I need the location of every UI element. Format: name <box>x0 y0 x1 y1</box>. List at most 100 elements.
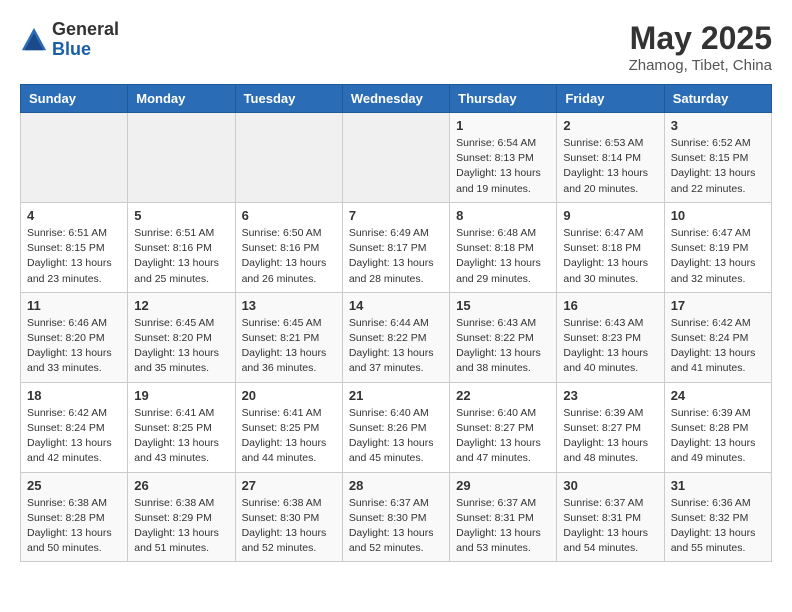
day-info: Sunrise: 6:37 AMSunset: 8:30 PMDaylight:… <box>349 496 443 557</box>
day-info: Sunrise: 6:44 AMSunset: 8:22 PMDaylight:… <box>349 316 443 377</box>
day-number: 21 <box>349 388 443 403</box>
header-sunday: Sunday <box>21 85 128 113</box>
calendar-cell: 20 Sunrise: 6:41 AMSunset: 8:25 PMDayligh… <box>235 382 342 472</box>
day-info: Sunrise: 6:46 AMSunset: 8:20 PMDaylight:… <box>27 316 121 377</box>
calendar-cell: 7Sunrise: 6:49 AMSunset: 8:17 PMDaylight… <box>342 202 449 292</box>
calendar-cell: 26 Sunrise: 6:38 AMSunset: 8:29 PMDayligh… <box>128 472 235 562</box>
day-info: Sunrise: 6:39 AMSunset: 8:27 PMDaylight:… <box>563 406 657 467</box>
logo: General Blue <box>20 20 119 60</box>
day-number: 20 <box>242 388 336 403</box>
day-info: Sunrise: 6:37 AMSunset: 8:31 PMDaylight:… <box>563 496 657 557</box>
day-info: Sunrise: 6:38 AMSunset: 8:30 PMDaylight:… <box>242 496 336 557</box>
calendar-cell: 12Sunrise: 6:45 AMSunset: 8:20 PMDayligh… <box>128 292 235 382</box>
day-info: Sunrise: 6:43 AMSunset: 8:22 PMDaylight:… <box>456 316 550 377</box>
day-number: 8 <box>456 208 550 223</box>
calendar-cell: 3 Sunrise: 6:52 AMSunset: 8:15 PMDaylight… <box>664 113 771 203</box>
day-info: Sunrise: 6:45 AMSunset: 8:21 PMDaylight:… <box>242 316 336 377</box>
day-info: Sunrise: 6:42 AMSunset: 8:24 PMDaylight:… <box>671 316 765 377</box>
day-info: Sunrise: 6:47 AMSunset: 8:18 PMDaylight:… <box>563 226 657 287</box>
calendar-cell: 23Sunrise: 6:39 AMSunset: 8:27 PMDayligh… <box>557 382 664 472</box>
day-info: Sunrise: 6:43 AMSunset: 8:23 PMDaylight:… <box>563 316 657 377</box>
calendar-cell: 4Sunrise: 6:51 AMSunset: 8:15 PMDaylight… <box>21 202 128 292</box>
calendar-cell: 14Sunrise: 6:44 AMSunset: 8:22 PMDayligh… <box>342 292 449 382</box>
calendar-cell: 17 Sunrise: 6:42 AMSunset: 8:24 PMDayligh… <box>664 292 771 382</box>
calendar-cell: 19Sunrise: 6:41 AMSunset: 8:25 PMDayligh… <box>128 382 235 472</box>
title-block: May 2025 Zhamog, Tibet, China <box>629 20 772 74</box>
calendar-cell: 18 Sunrise: 6:42 AMSunset: 8:24 PMDayligh… <box>21 382 128 472</box>
day-info: Sunrise: 6:54 AMSunset: 8:13 PMDaylight:… <box>456 136 550 197</box>
calendar-table: SundayMondayTuesdayWednesdayThursdayFrid… <box>20 84 772 562</box>
calendar-week-3: 11 Sunrise: 6:46 AMSunset: 8:20 PMDayligh… <box>21 292 772 382</box>
calendar-cell: 29 Sunrise: 6:37 AMSunset: 8:31 PMDayligh… <box>450 472 557 562</box>
calendar-week-4: 18 Sunrise: 6:42 AMSunset: 8:24 PMDayligh… <box>21 382 772 472</box>
calendar-cell: 2 Sunrise: 6:53 AMSunset: 8:14 PMDaylight… <box>557 113 664 203</box>
page-header: General Blue May 2025 Zhamog, Tibet, Chi… <box>20 20 772 74</box>
day-info: Sunrise: 6:48 AMSunset: 8:18 PMDaylight:… <box>456 226 550 287</box>
day-number: 27 <box>242 478 336 493</box>
calendar-cell <box>21 113 128 203</box>
header-saturday: Saturday <box>664 85 771 113</box>
calendar-cell: 6 Sunrise: 6:50 AMSunset: 8:16 PMDaylight… <box>235 202 342 292</box>
day-number: 30 <box>563 478 657 493</box>
day-info: Sunrise: 6:51 AMSunset: 8:15 PMDaylight:… <box>27 226 121 287</box>
day-number: 16 <box>563 298 657 313</box>
day-info: Sunrise: 6:42 AMSunset: 8:24 PMDaylight:… <box>27 406 121 467</box>
day-number: 10 <box>671 208 765 223</box>
logo-blue-text: Blue <box>52 39 91 59</box>
header-monday: Monday <box>128 85 235 113</box>
day-info: Sunrise: 6:38 AMSunset: 8:28 PMDaylight:… <box>27 496 121 557</box>
calendar-header-row: SundayMondayTuesdayWednesdayThursdayFrid… <box>21 85 772 113</box>
day-number: 5 <box>134 208 228 223</box>
day-number: 13 <box>242 298 336 313</box>
day-number: 26 <box>134 478 228 493</box>
day-info: Sunrise: 6:51 AMSunset: 8:16 PMDaylight:… <box>134 226 228 287</box>
calendar-cell: 21Sunrise: 6:40 AMSunset: 8:26 PMDayligh… <box>342 382 449 472</box>
calendar-cell: 22 Sunrise: 6:40 AMSunset: 8:27 PMDayligh… <box>450 382 557 472</box>
day-info: Sunrise: 6:53 AMSunset: 8:14 PMDaylight:… <box>563 136 657 197</box>
day-number: 28 <box>349 478 443 493</box>
day-number: 18 <box>27 388 121 403</box>
day-info: Sunrise: 6:49 AMSunset: 8:17 PMDaylight:… <box>349 226 443 287</box>
day-info: Sunrise: 6:37 AMSunset: 8:31 PMDaylight:… <box>456 496 550 557</box>
header-wednesday: Wednesday <box>342 85 449 113</box>
calendar-cell <box>128 113 235 203</box>
day-number: 22 <box>456 388 550 403</box>
calendar-cell: 31 Sunrise: 6:36 AMSunset: 8:32 PMDayligh… <box>664 472 771 562</box>
day-info: Sunrise: 6:36 AMSunset: 8:32 PMDaylight:… <box>671 496 765 557</box>
day-number: 6 <box>242 208 336 223</box>
day-info: Sunrise: 6:40 AMSunset: 8:27 PMDaylight:… <box>456 406 550 467</box>
calendar-week-1: 1Sunrise: 6:54 AMSunset: 8:13 PMDaylight… <box>21 113 772 203</box>
day-number: 3 <box>671 118 765 133</box>
calendar-cell: 28 Sunrise: 6:37 AMSunset: 8:30 PMDayligh… <box>342 472 449 562</box>
day-number: 25 <box>27 478 121 493</box>
day-number: 29 <box>456 478 550 493</box>
header-thursday: Thursday <box>450 85 557 113</box>
calendar-cell: 13 Sunrise: 6:45 AMSunset: 8:21 PMDayligh… <box>235 292 342 382</box>
month-year-title: May 2025 <box>629 20 772 57</box>
logo-general-text: General <box>52 19 119 39</box>
day-number: 15 <box>456 298 550 313</box>
day-number: 17 <box>671 298 765 313</box>
header-friday: Friday <box>557 85 664 113</box>
day-info: Sunrise: 6:41 AMSunset: 8:25 PMDaylight:… <box>134 406 228 467</box>
calendar-cell: 9 Sunrise: 6:47 AMSunset: 8:18 PMDaylight… <box>557 202 664 292</box>
day-info: Sunrise: 6:38 AMSunset: 8:29 PMDaylight:… <box>134 496 228 557</box>
day-info: Sunrise: 6:50 AMSunset: 8:16 PMDaylight:… <box>242 226 336 287</box>
day-info: Sunrise: 6:41 AMSunset: 8:25 PMDaylight:… <box>242 406 336 467</box>
day-number: 11 <box>27 298 121 313</box>
calendar-cell: 16 Sunrise: 6:43 AMSunset: 8:23 PMDayligh… <box>557 292 664 382</box>
calendar-cell: 30 Sunrise: 6:37 AMSunset: 8:31 PMDayligh… <box>557 472 664 562</box>
day-info: Sunrise: 6:52 AMSunset: 8:15 PMDaylight:… <box>671 136 765 197</box>
day-info: Sunrise: 6:45 AMSunset: 8:20 PMDaylight:… <box>134 316 228 377</box>
calendar-cell: 8 Sunrise: 6:48 AMSunset: 8:18 PMDaylight… <box>450 202 557 292</box>
calendar-cell: 24Sunrise: 6:39 AMSunset: 8:28 PMDayligh… <box>664 382 771 472</box>
calendar-cell: 15 Sunrise: 6:43 AMSunset: 8:22 PMDayligh… <box>450 292 557 382</box>
day-number: 31 <box>671 478 765 493</box>
day-number: 2 <box>563 118 657 133</box>
calendar-cell: 1Sunrise: 6:54 AMSunset: 8:13 PMDaylight… <box>450 113 557 203</box>
calendar-cell: 10Sunrise: 6:47 AMSunset: 8:19 PMDayligh… <box>664 202 771 292</box>
calendar-cell <box>342 113 449 203</box>
location-subtitle: Zhamog, Tibet, China <box>629 57 772 74</box>
calendar-cell: 5 Sunrise: 6:51 AMSunset: 8:16 PMDaylight… <box>128 202 235 292</box>
day-number: 9 <box>563 208 657 223</box>
